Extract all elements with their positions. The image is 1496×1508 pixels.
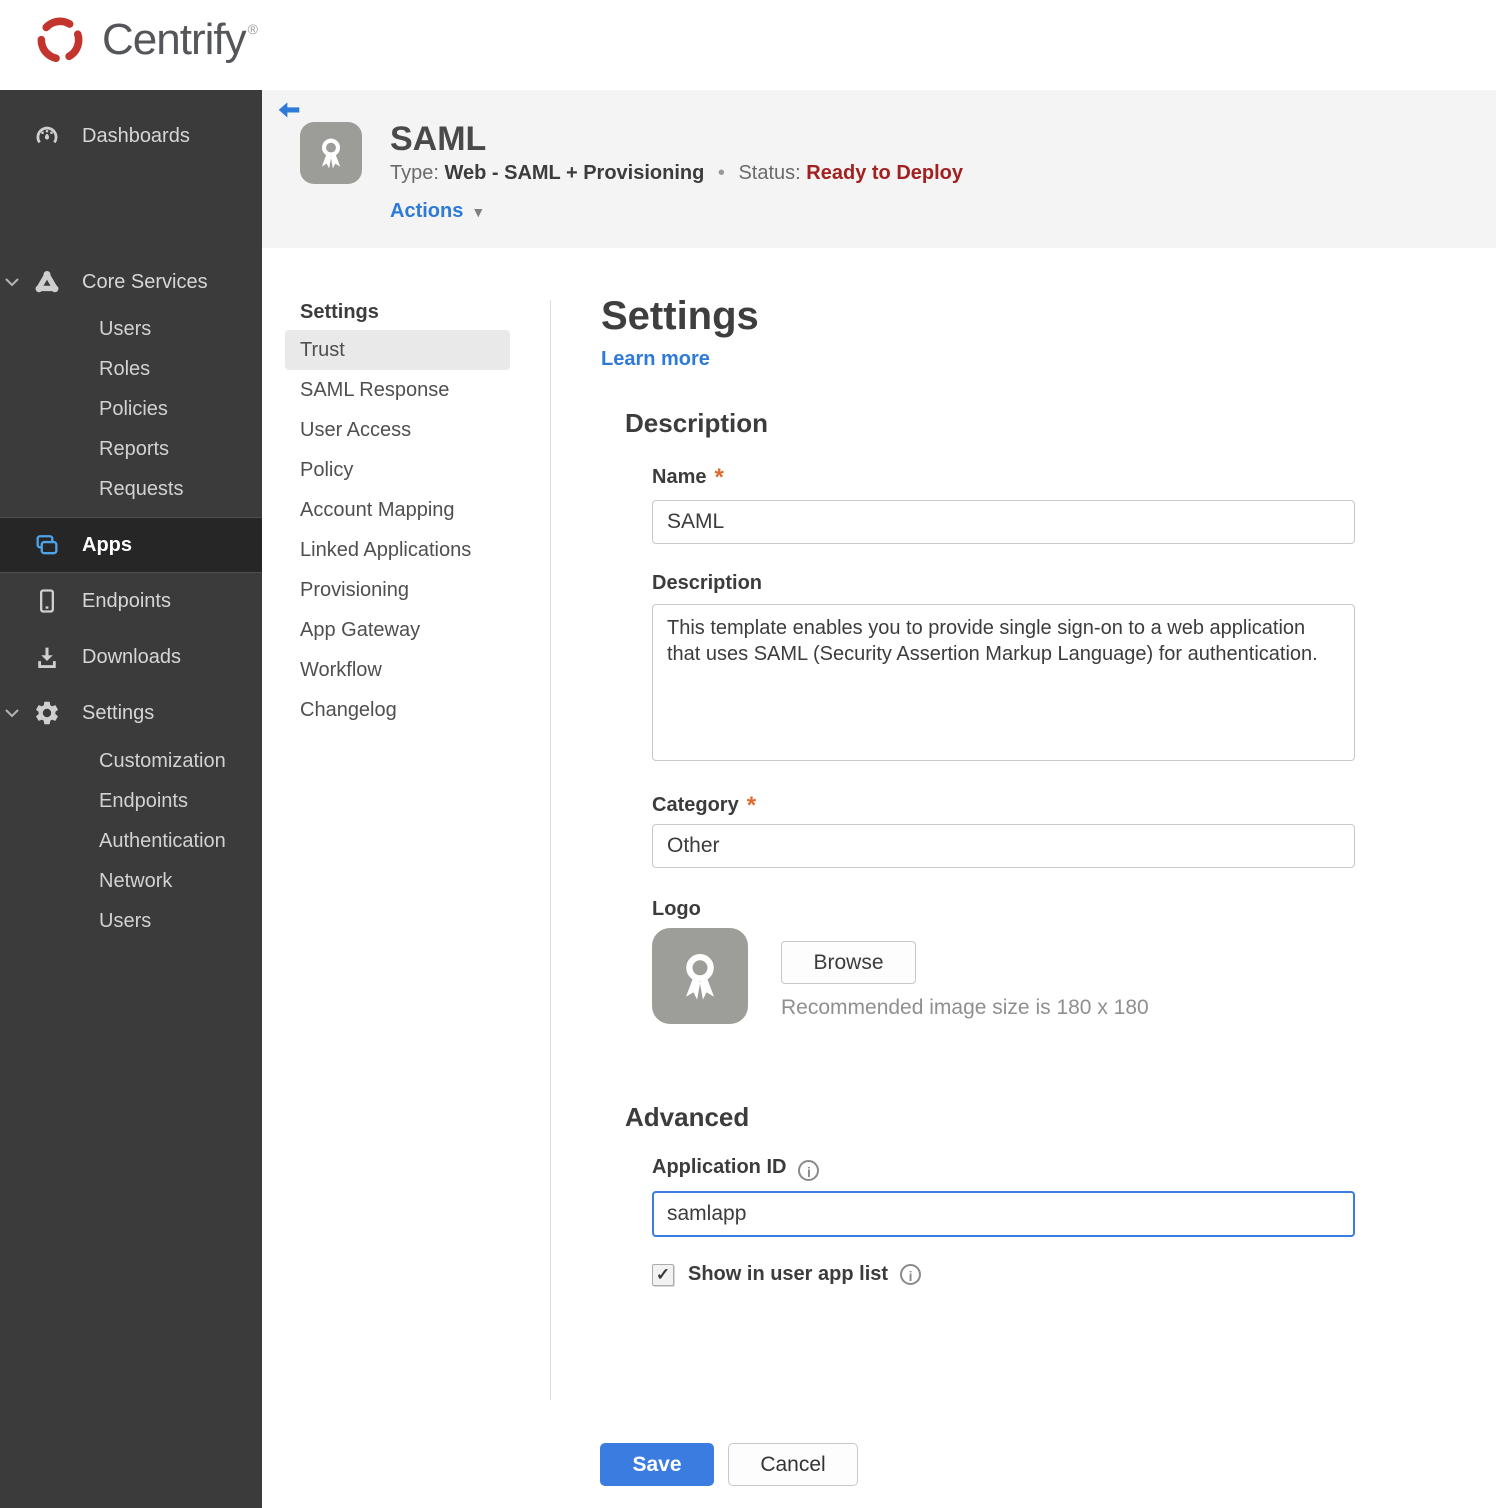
cancel-button[interactable]: Cancel xyxy=(728,1443,858,1486)
sidebar-item-label: Endpoints xyxy=(82,589,171,612)
actions-menu-button[interactable]: Actions ▼ xyxy=(390,200,485,223)
info-icon[interactable]: i xyxy=(900,1264,922,1285)
sidebar-item-dashboards[interactable]: Dashboards xyxy=(0,114,262,158)
subnav-item-provisioning[interactable]: Provisioning xyxy=(285,570,510,610)
sidebar-item-label: Apps xyxy=(82,533,132,556)
app-header: SAML Type: Web - SAML + Provisioning • S… xyxy=(262,90,1496,248)
sidebar: Dashboards Core Services Users Roles Pol… xyxy=(0,90,262,1508)
registered-mark: ® xyxy=(247,21,258,37)
subnav-item-workflow[interactable]: Workflow xyxy=(285,650,510,690)
sidebar-item-settings-endpoints[interactable]: Endpoints xyxy=(0,781,262,821)
subnav-item-trust[interactable]: Trust xyxy=(285,330,510,370)
subnav-item-policy[interactable]: Policy xyxy=(285,450,510,490)
required-asterisk: * xyxy=(746,792,757,819)
name-label: Name * xyxy=(652,464,724,491)
chevron-down-icon xyxy=(5,709,23,718)
dot-separator: • xyxy=(717,162,725,184)
subnav-item-user-access[interactable]: User Access xyxy=(285,410,510,450)
app-status: Status: Ready to Deploy xyxy=(738,162,963,184)
save-button[interactable]: Save xyxy=(600,1443,714,1486)
browse-button[interactable]: Browse xyxy=(781,941,916,984)
description-field[interactable]: This template enables you to provide sin… xyxy=(652,604,1355,761)
application-id-field[interactable] xyxy=(652,1191,1355,1237)
settings-subnav: Settings Trust SAML Response User Access… xyxy=(285,294,510,730)
sidebar-item-authentication[interactable]: Authentication xyxy=(0,821,262,861)
page-title: Settings xyxy=(601,294,759,338)
top-bar: Centrify ® xyxy=(0,0,1496,90)
logo-label: Logo xyxy=(652,898,701,920)
sidebar-item-core-services[interactable]: Core Services xyxy=(0,260,262,304)
centrify-logo: Centrify ® xyxy=(32,12,258,68)
core-services-icon xyxy=(32,267,62,297)
download-icon xyxy=(32,642,62,672)
info-icon[interactable]: i xyxy=(798,1160,820,1181)
app-meta: Type: Web - SAML + Provisioning • Status… xyxy=(390,162,963,185)
ribbon-icon xyxy=(685,954,715,1000)
logo-preview xyxy=(652,928,748,1024)
logo-size-hint: Recommended image size is 180 x 180 xyxy=(781,996,1149,1019)
sidebar-item-settings[interactable]: Settings xyxy=(0,691,262,735)
learn-more-link[interactable]: Learn more xyxy=(601,348,710,371)
caret-down-icon: ▼ xyxy=(471,204,486,220)
checkmark-icon: ✓ xyxy=(655,1264,671,1284)
sidebar-item-roles[interactable]: Roles xyxy=(0,349,262,389)
sidebar-item-endpoints[interactable]: Endpoints xyxy=(0,579,262,623)
back-button[interactable] xyxy=(276,98,302,124)
app-type: Type: Web - SAML + Provisioning xyxy=(390,162,705,184)
app-logo xyxy=(300,122,362,184)
show-in-user-app-list-label: Show in user app list xyxy=(688,1263,889,1285)
chevron-down-icon xyxy=(5,278,23,287)
sidebar-item-label: Settings xyxy=(82,701,155,724)
subnav-item-linked-applications[interactable]: Linked Applications xyxy=(285,530,510,570)
category-label: Category * xyxy=(652,792,757,819)
sidebar-item-downloads[interactable]: Downloads xyxy=(0,635,262,679)
application-id-label: Application ID i xyxy=(652,1156,820,1181)
required-asterisk: * xyxy=(714,464,724,491)
vertical-divider xyxy=(550,300,551,1400)
brand-name: Centrify ® xyxy=(102,15,258,64)
subnav-item-app-gateway[interactable]: App Gateway xyxy=(285,610,510,650)
name-field[interactable] xyxy=(652,500,1355,544)
sidebar-item-apps[interactable]: Apps xyxy=(0,517,262,573)
status-badge: Ready to Deploy xyxy=(806,162,963,184)
sidebar-item-label: Downloads xyxy=(82,645,181,668)
sidebar-item-policies[interactable]: Policies xyxy=(0,389,262,429)
sidebar-item-users[interactable]: Users xyxy=(0,309,262,349)
sidebar-item-reports[interactable]: Reports xyxy=(0,429,262,469)
sidebar-item-label: Core Services xyxy=(82,270,208,293)
gauge-icon xyxy=(32,121,62,151)
mobile-device-icon xyxy=(32,586,62,616)
subnav-item-changelog[interactable]: Changelog xyxy=(285,690,510,730)
show-in-user-app-list-checkbox[interactable]: ✓ xyxy=(652,1263,674,1286)
ribbon-icon xyxy=(321,138,341,169)
sidebar-item-customization[interactable]: Customization xyxy=(0,741,262,781)
advanced-section-heading: Advanced xyxy=(625,1102,750,1132)
category-field[interactable] xyxy=(652,824,1355,868)
gear-icon xyxy=(32,698,62,728)
back-arrow-icon xyxy=(278,102,300,118)
sidebar-item-settings-users[interactable]: Users xyxy=(0,901,262,941)
subnav-item-saml-response[interactable]: SAML Response xyxy=(285,370,510,410)
centrify-swirl-icon xyxy=(37,17,83,63)
sidebar-item-label: Dashboards xyxy=(82,124,190,147)
apps-icon xyxy=(32,530,62,560)
app-title: SAML xyxy=(390,120,487,158)
subnav-heading: Settings xyxy=(300,301,379,323)
description-section-heading: Description xyxy=(625,408,769,438)
sidebar-item-network[interactable]: Network xyxy=(0,861,262,901)
show-in-user-app-list-row[interactable]: ✓ Show in user app list i xyxy=(652,1263,922,1286)
description-label: Description xyxy=(652,572,763,594)
subnav-item-account-mapping[interactable]: Account Mapping xyxy=(285,490,510,530)
sidebar-item-requests[interactable]: Requests xyxy=(0,469,262,509)
